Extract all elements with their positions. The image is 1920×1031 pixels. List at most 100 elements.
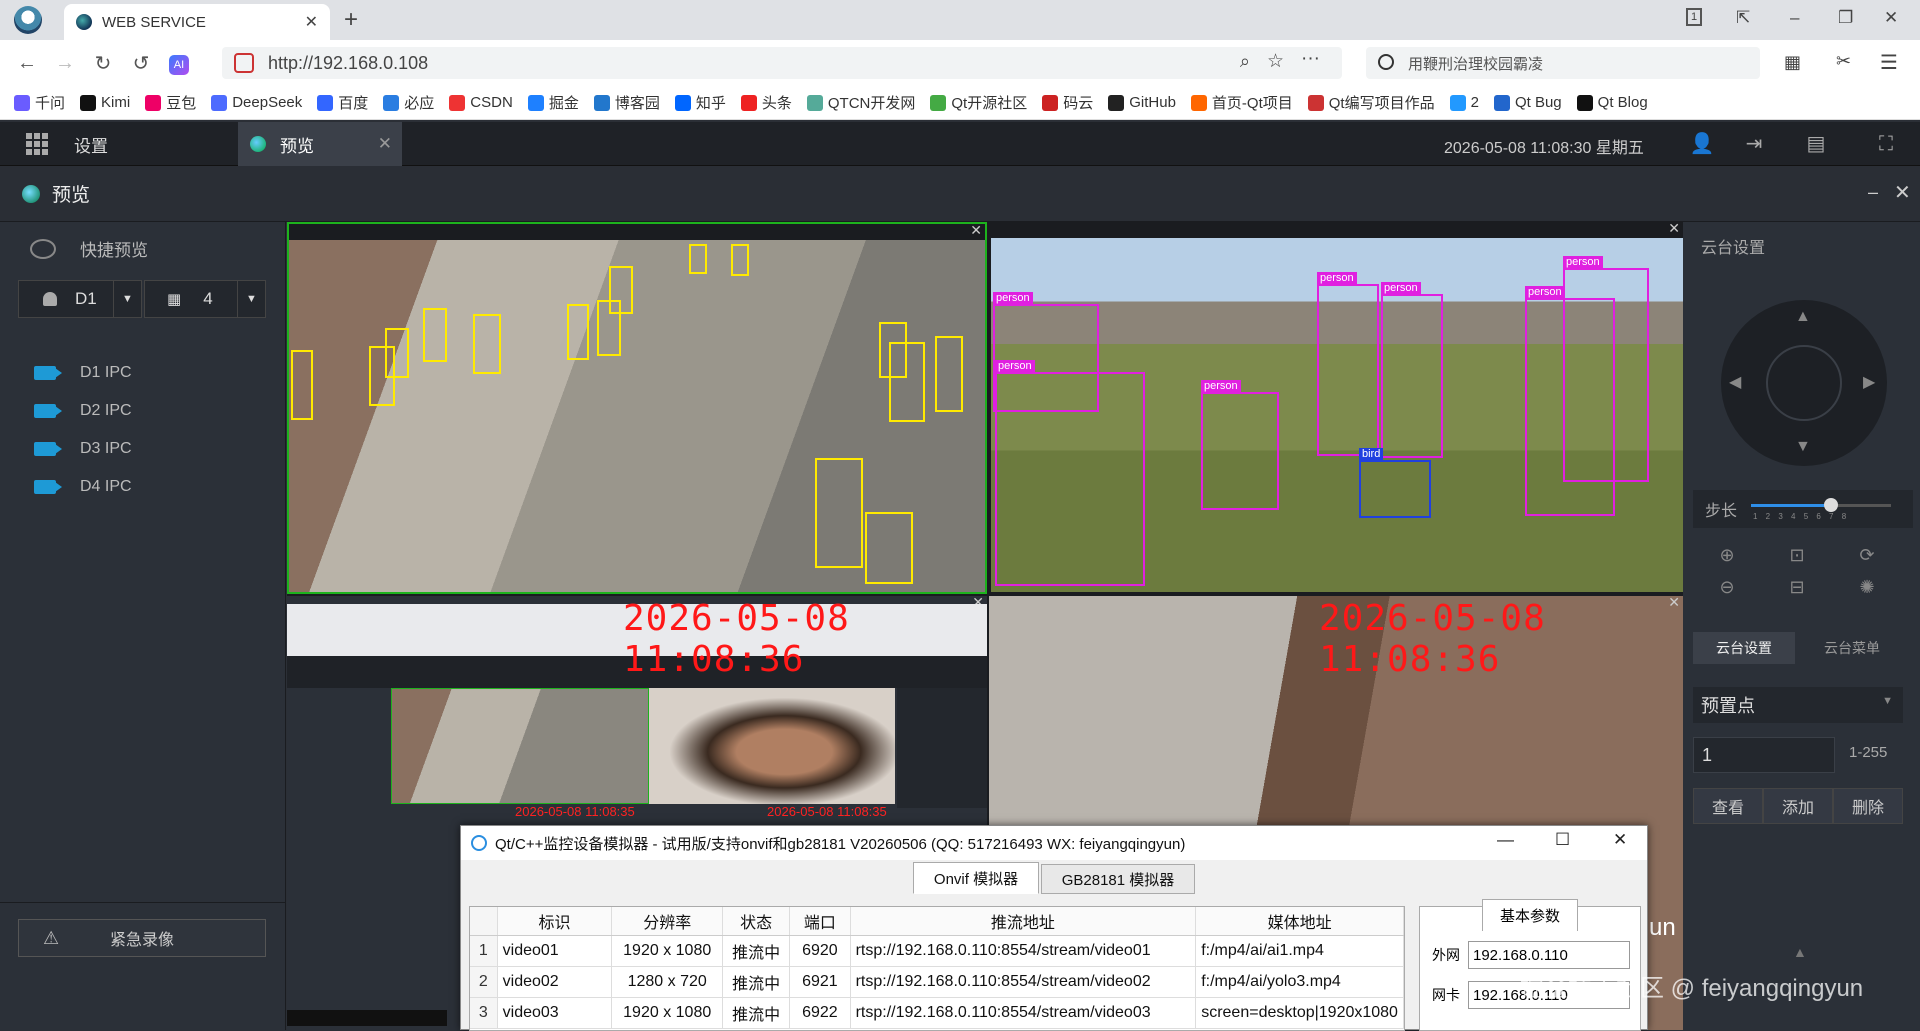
- bookmark-item[interactable]: 首页-Qt项目: [1190, 92, 1293, 113]
- close-preview-tab-icon[interactable]: ✕: [378, 134, 392, 154]
- layout-icon[interactable]: ▤: [1802, 130, 1830, 158]
- step-slider[interactable]: 步长 1 2 3 4 5 6 7 8: [1693, 490, 1913, 528]
- down-arrow-icon[interactable]: ▼: [1795, 438, 1811, 456]
- device-item-d2[interactable]: D2 IPC: [34, 402, 132, 420]
- back-icon[interactable]: ←: [8, 52, 46, 75]
- focus-far-icon[interactable]: ⊟: [1767, 572, 1827, 602]
- bookmark-item[interactable]: Qt编写项目作品: [1307, 92, 1435, 113]
- preview-tab[interactable]: 预览 ✕: [238, 122, 402, 166]
- pin-icon[interactable]: ⇱: [1736, 8, 1750, 28]
- bookmark-item[interactable]: 必应: [383, 92, 434, 113]
- tab-count-icon[interactable]: 1: [1686, 8, 1702, 26]
- right-arrow-icon[interactable]: ▶: [1863, 372, 1875, 392]
- column-header[interactable]: 分辨率: [611, 907, 724, 936]
- layout-select[interactable]: ▦ 4 ▼: [144, 280, 266, 318]
- tab-onvif[interactable]: Onvif 模拟器: [913, 862, 1039, 894]
- bookmark-item[interactable]: 博客园: [593, 92, 660, 113]
- iris-close-icon[interactable]: ✺: [1837, 572, 1897, 602]
- dialog-close-icon[interactable]: ✕: [1613, 830, 1627, 850]
- bookmark-item[interactable]: Qt Bug: [1493, 94, 1562, 111]
- left-arrow-icon[interactable]: ◀: [1729, 372, 1741, 392]
- reload-icon[interactable]: ↻: [84, 51, 122, 76]
- ptz-joystick[interactable]: ▲ ▼ ◀ ▶: [1721, 300, 1887, 466]
- close-window-icon[interactable]: ✕: [1884, 8, 1898, 28]
- column-header[interactable]: 媒体地址: [1195, 907, 1404, 936]
- preset-add-button[interactable]: 添加: [1763, 788, 1833, 824]
- iris-open-icon[interactable]: ⟳: [1837, 540, 1897, 570]
- column-header[interactable]: 状态: [722, 907, 791, 936]
- minimize-panel-icon[interactable]: –: [1868, 182, 1878, 203]
- column-header[interactable]: 标识: [497, 907, 613, 936]
- forward-icon[interactable]: →: [46, 52, 84, 75]
- scissors-icon[interactable]: ✂: [1836, 51, 1851, 72]
- bookmark-item[interactable]: QTCN开发网: [806, 92, 915, 113]
- bookmark-item[interactable]: 千问: [14, 92, 65, 113]
- new-tab-icon[interactable]: +: [344, 6, 358, 34]
- close-tab-icon[interactable]: ✕: [305, 12, 318, 32]
- close-cell-icon[interactable]: ✕: [1668, 222, 1680, 237]
- bookmark-item[interactable]: Qt Blog: [1576, 94, 1648, 111]
- bookmark-item[interactable]: CSDN: [449, 94, 513, 111]
- star-icon[interactable]: ☆: [1267, 50, 1284, 73]
- search-box[interactable]: 用鞭刑治理校园霸凌: [1366, 47, 1760, 79]
- column-header[interactable]: 端口: [789, 907, 851, 936]
- browser-logo-icon[interactable]: [14, 6, 42, 34]
- step-knob[interactable]: [1824, 498, 1838, 512]
- quick-preview[interactable]: 快捷预览: [30, 236, 148, 261]
- menu-icon[interactable]: ☰: [1880, 50, 1898, 75]
- table-row[interactable]: 1 video01 1920 x 1080 推流中 6920 rtsp://19…: [470, 935, 1404, 967]
- preset-select[interactable]: 预置点 ▼: [1693, 687, 1903, 723]
- ptz-center-button[interactable]: [1766, 345, 1842, 421]
- user-icon[interactable]: 👤: [1688, 130, 1716, 158]
- bookmark-item[interactable]: 2: [1449, 94, 1479, 111]
- scroll-up-icon[interactable]: ▲: [1793, 944, 1807, 960]
- tab-basic-params[interactable]: 基本参数: [1482, 899, 1578, 931]
- bookmark-item[interactable]: 头条: [740, 92, 792, 113]
- up-arrow-icon[interactable]: ▲: [1795, 308, 1811, 326]
- device-item-d1[interactable]: D1 IPC: [34, 364, 132, 382]
- tab-ptz-settings[interactable]: 云台设置: [1693, 632, 1795, 664]
- dialog-minimize-icon[interactable]: —: [1497, 830, 1514, 850]
- focus-near-icon[interactable]: ⊡: [1767, 540, 1827, 570]
- dialog-maximize-icon[interactable]: ☐: [1555, 830, 1570, 850]
- preset-view-button[interactable]: 查看: [1693, 788, 1763, 824]
- zoom-out-icon[interactable]: ⊖: [1697, 572, 1757, 602]
- device-item-d4[interactable]: D4 IPC: [34, 478, 132, 496]
- bookmark-item[interactable]: Kimi: [80, 94, 130, 111]
- video-cell-2[interactable]: ✕ person person person person person per…: [989, 222, 1683, 594]
- restore-icon[interactable]: ❐: [1838, 8, 1853, 28]
- preset-delete-button[interactable]: 删除: [1833, 788, 1903, 824]
- tab-ptz-menu[interactable]: 云台菜单: [1801, 632, 1903, 664]
- fullscreen-icon[interactable]: ⛶: [1872, 130, 1900, 158]
- column-header[interactable]: 推流地址: [850, 907, 1197, 936]
- bookmark-item[interactable]: 百度: [317, 92, 368, 113]
- minimize-icon[interactable]: –: [1790, 8, 1799, 28]
- browser-tab[interactable]: WEB SERVICE ✕: [64, 4, 330, 40]
- close-cell-icon[interactable]: ✕: [970, 224, 982, 239]
- preset-number-input[interactable]: 1: [1693, 737, 1835, 773]
- zoom-in-icon[interactable]: ⊕: [1697, 540, 1757, 570]
- bookmark-item[interactable]: GitHub: [1108, 94, 1176, 111]
- step-track[interactable]: [1751, 498, 1891, 512]
- undo-icon[interactable]: ↺: [122, 51, 160, 76]
- video-cell-1[interactable]: ✕: [287, 222, 987, 594]
- emergency-record-button[interactable]: ⚠ 紧急录像: [18, 919, 266, 957]
- ai-icon[interactable]: AI: [160, 51, 198, 75]
- device-item-d3[interactable]: D3 IPC: [34, 440, 132, 458]
- channel-select[interactable]: D1 ▼: [18, 280, 142, 318]
- address-bar[interactable]: http://192.168.0.108 ⌕ ☆ ···: [222, 47, 1342, 79]
- close-panel-icon[interactable]: ✕: [1894, 180, 1911, 205]
- more-icon[interactable]: ···: [1301, 48, 1320, 70]
- bookmark-item[interactable]: 掘金: [527, 92, 579, 113]
- table-row[interactable]: 2 video02 1280 x 720 推流中 6921 rtsp://192…: [470, 966, 1404, 998]
- bookmark-item[interactable]: 码云: [1042, 92, 1093, 113]
- zoom-icon[interactable]: ⌕: [1240, 51, 1250, 72]
- tab-gb28181[interactable]: GB28181 模拟器: [1041, 864, 1195, 894]
- wan-input[interactable]: [1468, 941, 1630, 969]
- logout-icon[interactable]: ⇥: [1740, 130, 1768, 158]
- bookmark-item[interactable]: 豆包: [145, 92, 196, 113]
- bookmark-item[interactable]: 知乎: [674, 92, 726, 113]
- apps-grid-icon[interactable]: ▦: [1784, 52, 1801, 73]
- settings-menu-button[interactable]: 设置: [0, 122, 236, 166]
- bookmark-item[interactable]: Qt开源社区: [930, 92, 1027, 113]
